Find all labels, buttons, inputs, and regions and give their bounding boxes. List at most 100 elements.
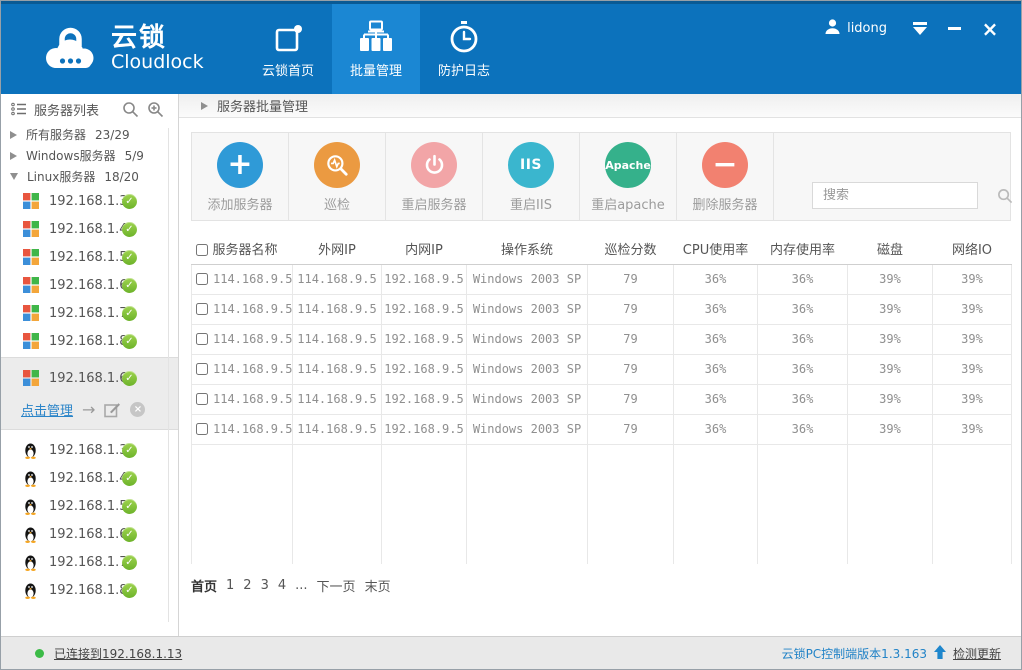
table-row[interactable]: 114.168.9.5114.168.9.5192.168.9.5Windows… [192,324,1012,354]
select-all-checkbox[interactable] [196,244,208,256]
column-header[interactable]: 外网IP [293,234,382,264]
table-row[interactable]: 114.168.9.5114.168.9.5192.168.9.5Windows… [192,264,1012,294]
chevron-right-icon [10,131,17,139]
close-button[interactable]: × [981,20,999,38]
sidebar-title: 服务器列表 [34,100,114,119]
server-item[interactable]: 192.168.1.7✓ [1,299,178,327]
page-first[interactable]: 首页 [191,576,217,595]
column-header[interactable]: 内存使用率 [758,234,848,264]
table-row[interactable]: 114.168.9.5114.168.9.5192.168.9.5Windows… [192,414,1012,444]
nav-tab-label: 防护日志 [438,60,490,79]
sidebar-scrollbar[interactable] [168,128,169,622]
search-icon[interactable] [122,101,139,118]
table-cell: 36% [674,384,758,414]
windows-icon [23,370,40,386]
page-last[interactable]: 末页 [365,576,391,595]
server-item[interactable]: 192.168.1.3✓ [1,436,178,464]
icon-label: + [227,150,252,180]
row-checkbox[interactable] [196,303,208,315]
nav-tab-batch[interactable]: 批量管理 [332,4,420,94]
table-cell: 36% [674,294,758,324]
page-number[interactable]: 1 [226,578,234,593]
table-filler-cell [588,444,674,564]
table-cell: 192.168.9.5 [382,294,467,324]
table-cell: 39% [933,294,1012,324]
server-group[interactable]: Linux服务器18/20 [1,166,178,187]
linux-icon [23,554,40,571]
version-label: 云锁PC控制端版本1.3.163 [782,645,927,662]
check-update-link[interactable]: 检测更新 [953,645,1001,662]
column-header[interactable]: CPU使用率 [674,234,758,264]
column-header[interactable]: 磁盘 [848,234,933,264]
server-ip: 192.168.1.5 [49,250,122,265]
nav-tab-home[interactable]: 云锁首页 [244,4,332,94]
selected-server-row[interactable]: 192.168.1.6 ✓ [1,366,178,390]
status-online-icon: ✓ [122,555,137,570]
toolbar-button-label: 巡检 [324,194,350,213]
toolbar-button-label: 重启IIS [510,194,552,213]
column-header[interactable]: 服务器名称 [192,234,293,264]
column-header[interactable]: 巡检分数 [588,234,674,264]
table-cell: 39% [848,354,933,384]
table-cell: 79 [588,414,674,444]
connection-link[interactable]: 已连接到192.168.1.13 [54,645,182,662]
table-cell: Windows 2003 SP [467,264,588,294]
menu-dropdown-icon[interactable] [913,22,927,35]
row-checkbox[interactable] [196,393,208,405]
row-checkbox[interactable] [196,273,208,285]
server-item[interactable]: 192.168.1.5✓ [1,492,178,520]
server-item[interactable]: 192.168.1.6✓ [1,271,178,299]
page-number[interactable]: 2 [243,578,251,593]
server-item[interactable]: 192.168.1.8✓ [1,327,178,355]
toolbar-button-add-server[interactable]: +添加服务器 [192,133,289,220]
table-row[interactable]: 114.168.9.5114.168.9.5192.168.9.5Windows… [192,354,1012,384]
group-label: 所有服务器 [26,126,86,143]
arrow-right-icon[interactable]: → [82,400,95,419]
server-group[interactable]: 所有服务器23/29 [1,124,178,145]
table-cell: 192.168.9.5 [382,414,467,444]
table-cell: 114.168.9.5 [192,264,293,294]
brand-subtitle: Cloudlock [111,51,204,73]
table-cell: 192.168.9.5 [382,324,467,354]
column-header[interactable]: 网络IO [933,234,1012,264]
server-group[interactable]: Windows服务器5/9 [1,145,178,166]
toolbar-button-restart-apache[interactable]: Apache重启apache [580,133,677,220]
manage-link[interactable]: 点击管理 [21,400,73,419]
server-item[interactable]: 192.168.1.4✓ [1,215,178,243]
table-cell: 36% [758,354,848,384]
row-checkbox[interactable] [196,363,208,375]
server-item[interactable]: 192.168.1.6✓ [1,520,178,548]
server-item[interactable]: 192.168.1.5✓ [1,243,178,271]
nav-tab-logs[interactable]: 防护日志 [420,4,508,94]
page-number[interactable]: 4 [278,578,286,593]
main-nav: 云锁首页批量管理防护日志 [244,4,508,94]
server-item[interactable]: 192.168.1.4✓ [1,464,178,492]
icon-label: Apache [605,159,651,172]
toolbar-button-delete-server[interactable]: −删除服务器 [677,133,774,220]
server-item[interactable]: 192.168.1.3✓ [1,187,178,215]
search-input[interactable] [813,188,997,203]
row-checkbox[interactable] [196,423,208,435]
table-filler-cell [293,444,382,564]
user-name[interactable]: lidong [847,21,887,36]
search-icon[interactable] [997,188,1013,204]
column-header[interactable]: 内网IP [382,234,467,264]
toolbar-button-restart-iis[interactable]: IIS重启IIS [483,133,580,220]
zoom-in-icon[interactable] [147,101,164,118]
row-checkbox[interactable] [196,333,208,345]
table-row[interactable]: 114.168.9.5114.168.9.5192.168.9.5Windows… [192,384,1012,414]
edit-icon[interactable] [104,401,121,418]
remove-server-icon[interactable]: × [130,402,145,417]
column-header[interactable]: 操作系统 [467,234,588,264]
table-cell: 39% [933,414,1012,444]
table-row[interactable]: 114.168.9.5114.168.9.5192.168.9.5Windows… [192,294,1012,324]
minimize-button[interactable] [945,20,963,38]
toolbar-button-restart-server[interactable]: 重启服务器 [386,133,483,220]
page-number[interactable]: 3 [261,578,269,593]
server-item[interactable]: 192.168.1.7✓ [1,548,178,576]
server-ip: 192.168.1.7 [49,306,122,321]
toolbar-button-inspect[interactable]: 巡检 [289,133,386,220]
server-item[interactable]: 192.168.1.8✓ [1,576,178,604]
page-next[interactable]: 下一页 [317,576,356,595]
table-cell: 79 [588,264,674,294]
